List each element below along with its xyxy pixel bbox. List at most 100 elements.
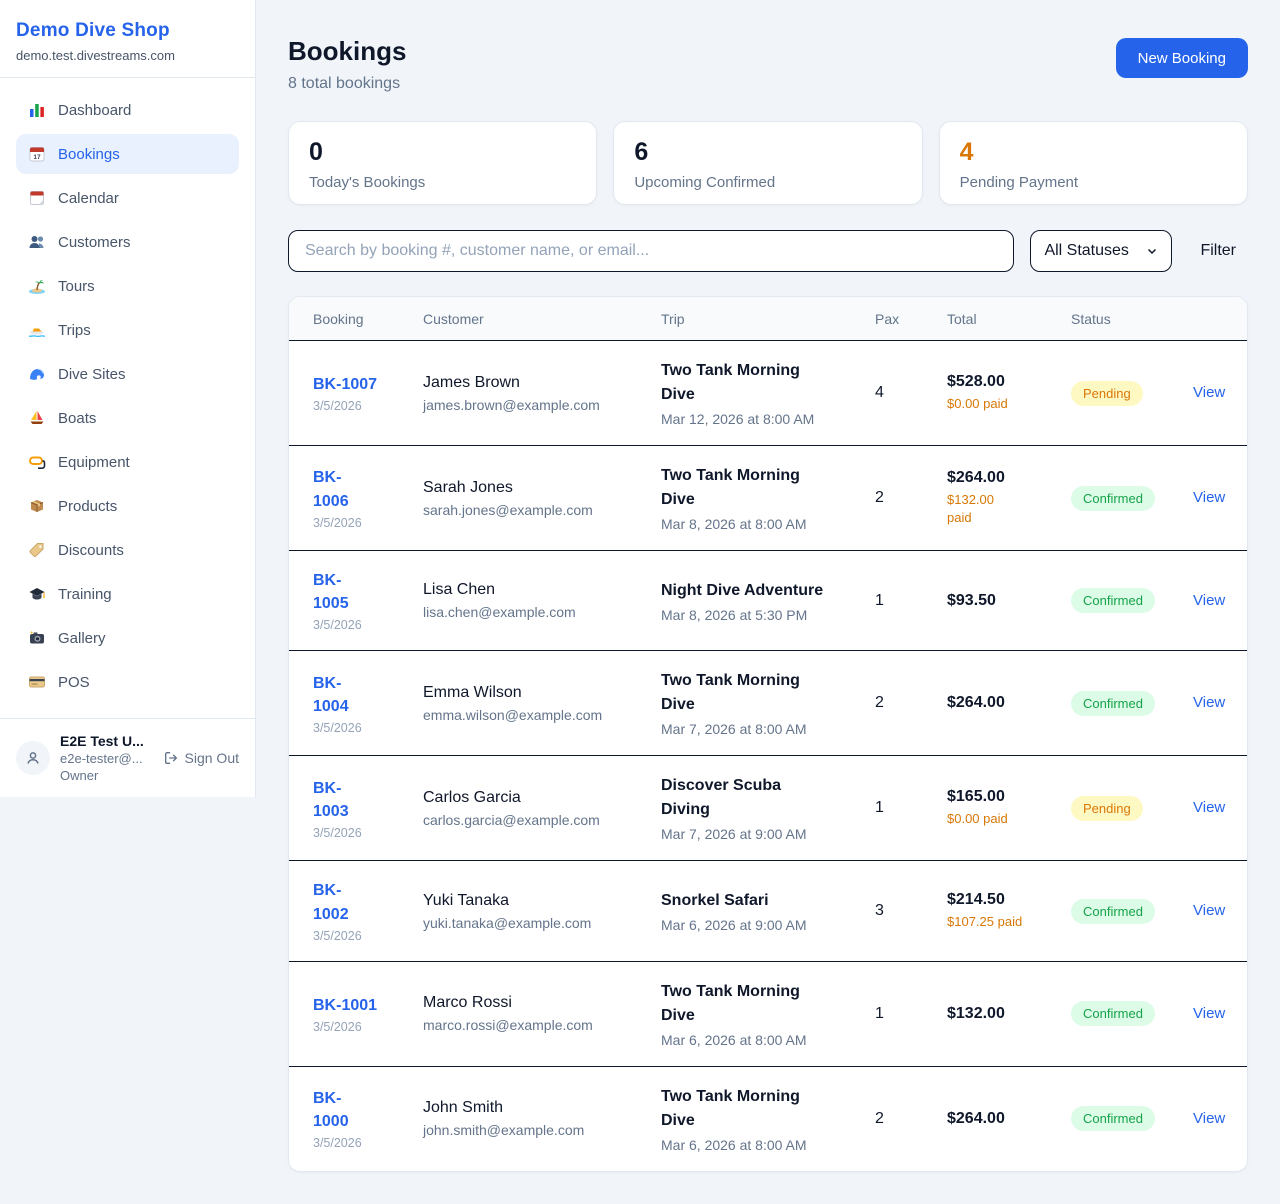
sidebar-item-bookings[interactable]: 17 Bookings (16, 134, 239, 174)
sidebar-item-equipment[interactable]: Equipment (16, 442, 239, 482)
customer-cell: James Brown james.brown@example.com (423, 374, 661, 413)
view-cell: View (1193, 902, 1223, 920)
sidebar-item-tours[interactable]: Tours (16, 266, 239, 306)
view-link[interactable]: View (1193, 902, 1225, 919)
booking-date: 3/5/2026 (313, 721, 413, 735)
stats-row: 0 Today's Bookings 6 Upcoming Confirmed … (288, 121, 1248, 205)
sidebar-item-label: Calendar (58, 190, 119, 207)
sidebar-item-dashboard[interactable]: Dashboard (16, 90, 239, 130)
booking-cell: BK- 1003 3/5/2026 (313, 777, 423, 840)
price-tag-icon (28, 541, 46, 559)
trip-datetime: Mar 6, 2026 at 8:00 AM (661, 1032, 865, 1048)
view-link[interactable]: View (1193, 592, 1225, 609)
stat-value: 0 (309, 140, 576, 165)
trip-name: Two Tank Morning Dive (661, 1085, 865, 1133)
chevron-down-icon (1146, 245, 1158, 257)
sidebar-nav: Dashboard 17 Bookings Calendar Customers… (0, 78, 255, 718)
paid-amount: $107.25 paid (947, 913, 1061, 931)
status-cell: Pending (1071, 381, 1193, 406)
sidebar-item-dive-sites[interactable]: Dive Sites (16, 354, 239, 394)
sidebar-item-training[interactable]: Training (16, 574, 239, 614)
trip-cell: Snorkel Safari Mar 6, 2026 at 9:00 AM (661, 889, 875, 933)
customer-cell: Lisa Chen lisa.chen@example.com (423, 581, 661, 620)
customer-name: James Brown (423, 374, 651, 392)
trip-datetime: Mar 7, 2026 at 9:00 AM (661, 826, 865, 842)
sidebar-item-label: Gallery (58, 630, 106, 647)
pax-cell: 1 (875, 799, 947, 817)
booking-date: 3/5/2026 (313, 929, 413, 943)
booking-date: 3/5/2026 (313, 516, 413, 530)
view-link[interactable]: View (1193, 1110, 1225, 1127)
camera-flash-icon (28, 629, 46, 647)
trip-datetime: Mar 8, 2026 at 5:30 PM (661, 607, 865, 623)
booking-cell: BK- 1000 3/5/2026 (313, 1087, 423, 1150)
sidebar-item-gallery[interactable]: Gallery (16, 618, 239, 658)
sidebar-item-pos[interactable]: POS (16, 662, 239, 702)
column-header-status: Status (1071, 311, 1193, 327)
sidebar-item-discounts[interactable]: Discounts (16, 530, 239, 570)
stat-label: Pending Payment (960, 174, 1227, 191)
sidebar-user-footer: E2E Test U... e2e-tester@... Owner Sign … (0, 718, 255, 797)
sidebar-item-products[interactable]: Products (16, 486, 239, 526)
sidebar-item-trips[interactable]: Trips (16, 310, 239, 350)
sign-out-button[interactable]: Sign Out (163, 750, 239, 766)
pax-cell: 3 (875, 902, 947, 920)
booking-number-link[interactable]: BK- 1004 (313, 672, 413, 718)
sidebar-item-label: Products (58, 498, 117, 515)
customer-name: John Smith (423, 1099, 651, 1117)
booking-date: 3/5/2026 (313, 1020, 413, 1034)
booking-number-link[interactable]: BK-1007 (313, 373, 413, 396)
trip-datetime: Mar 6, 2026 at 8:00 AM (661, 1137, 865, 1153)
booking-number-link[interactable]: BK- 1005 (313, 569, 413, 615)
booking-number-link[interactable]: BK- 1000 (313, 1087, 413, 1133)
view-link[interactable]: View (1193, 1005, 1225, 1022)
search-input[interactable] (288, 230, 1014, 272)
sidebar-item-calendar[interactable]: Calendar (16, 178, 239, 218)
stat-card-pending-payment: 4 Pending Payment (939, 121, 1248, 205)
user-info: E2E Test U... e2e-tester@... Owner (60, 733, 153, 783)
paid-amount: $132.00 paid (947, 491, 1061, 527)
table-row: BK- 1005 3/5/2026 Lisa Chen lisa.chen@ex… (289, 551, 1247, 651)
booking-number-link[interactable]: BK- 1006 (313, 466, 413, 512)
status-cell: Confirmed (1071, 588, 1193, 613)
customer-email: john.smith@example.com (423, 1122, 651, 1138)
paid-amount: $0.00 paid (947, 395, 1061, 413)
customer-email: carlos.garcia@example.com (423, 812, 651, 828)
customer-cell: Carlos Garcia carlos.garcia@example.com (423, 789, 661, 828)
paid-amount: $0.00 paid (947, 810, 1061, 828)
trip-datetime: Mar 7, 2026 at 8:00 AM (661, 721, 865, 737)
booking-date: 3/5/2026 (313, 618, 413, 632)
trip-datetime: Mar 12, 2026 at 8:00 AM (661, 411, 865, 427)
tear-off-calendar-icon (28, 189, 46, 207)
filter-button[interactable]: Filter (1188, 242, 1248, 260)
booking-number-link[interactable]: BK- 1002 (313, 879, 413, 925)
trip-cell: Two Tank Morning Dive Mar 8, 2026 at 8:0… (661, 464, 875, 532)
trip-name: Two Tank Morning Dive (661, 464, 865, 512)
booking-number-link[interactable]: BK- 1003 (313, 777, 413, 823)
table-row: BK- 1006 3/5/2026 Sarah Jones sarah.jone… (289, 446, 1247, 551)
total-amount: $93.50 (947, 592, 1061, 610)
sidebar-item-label: Training (58, 586, 112, 603)
customer-email: emma.wilson@example.com (423, 707, 651, 723)
customer-email: sarah.jones@example.com (423, 502, 651, 518)
trip-cell: Night Dive Adventure Mar 8, 2026 at 5:30… (661, 579, 875, 623)
customer-name: Emma Wilson (423, 684, 651, 702)
sidebar-item-boats[interactable]: Boats (16, 398, 239, 438)
bar-chart-icon (28, 101, 46, 119)
trip-name: Snorkel Safari (661, 889, 865, 913)
booking-number-link[interactable]: BK-1001 (313, 994, 413, 1017)
view-link[interactable]: View (1193, 489, 1225, 506)
view-link[interactable]: View (1193, 694, 1225, 711)
new-booking-button[interactable]: New Booking (1116, 38, 1248, 78)
status-badge: Pending (1071, 796, 1143, 821)
booking-date: 3/5/2026 (313, 1136, 413, 1150)
view-link[interactable]: View (1193, 384, 1225, 401)
booking-cell: BK-1007 3/5/2026 (313, 373, 423, 413)
trip-name: Discover Scuba Diving (661, 774, 865, 822)
sidebar-item-customers[interactable]: Customers (16, 222, 239, 262)
total-amount: $264.00 (947, 469, 1061, 487)
bookings-table: Booking Customer Trip Pax Total Status B… (288, 296, 1248, 1172)
total-cell: $132.00 (947, 1005, 1071, 1023)
status-filter-select[interactable]: All Statuses (1030, 230, 1172, 272)
view-link[interactable]: View (1193, 799, 1225, 816)
